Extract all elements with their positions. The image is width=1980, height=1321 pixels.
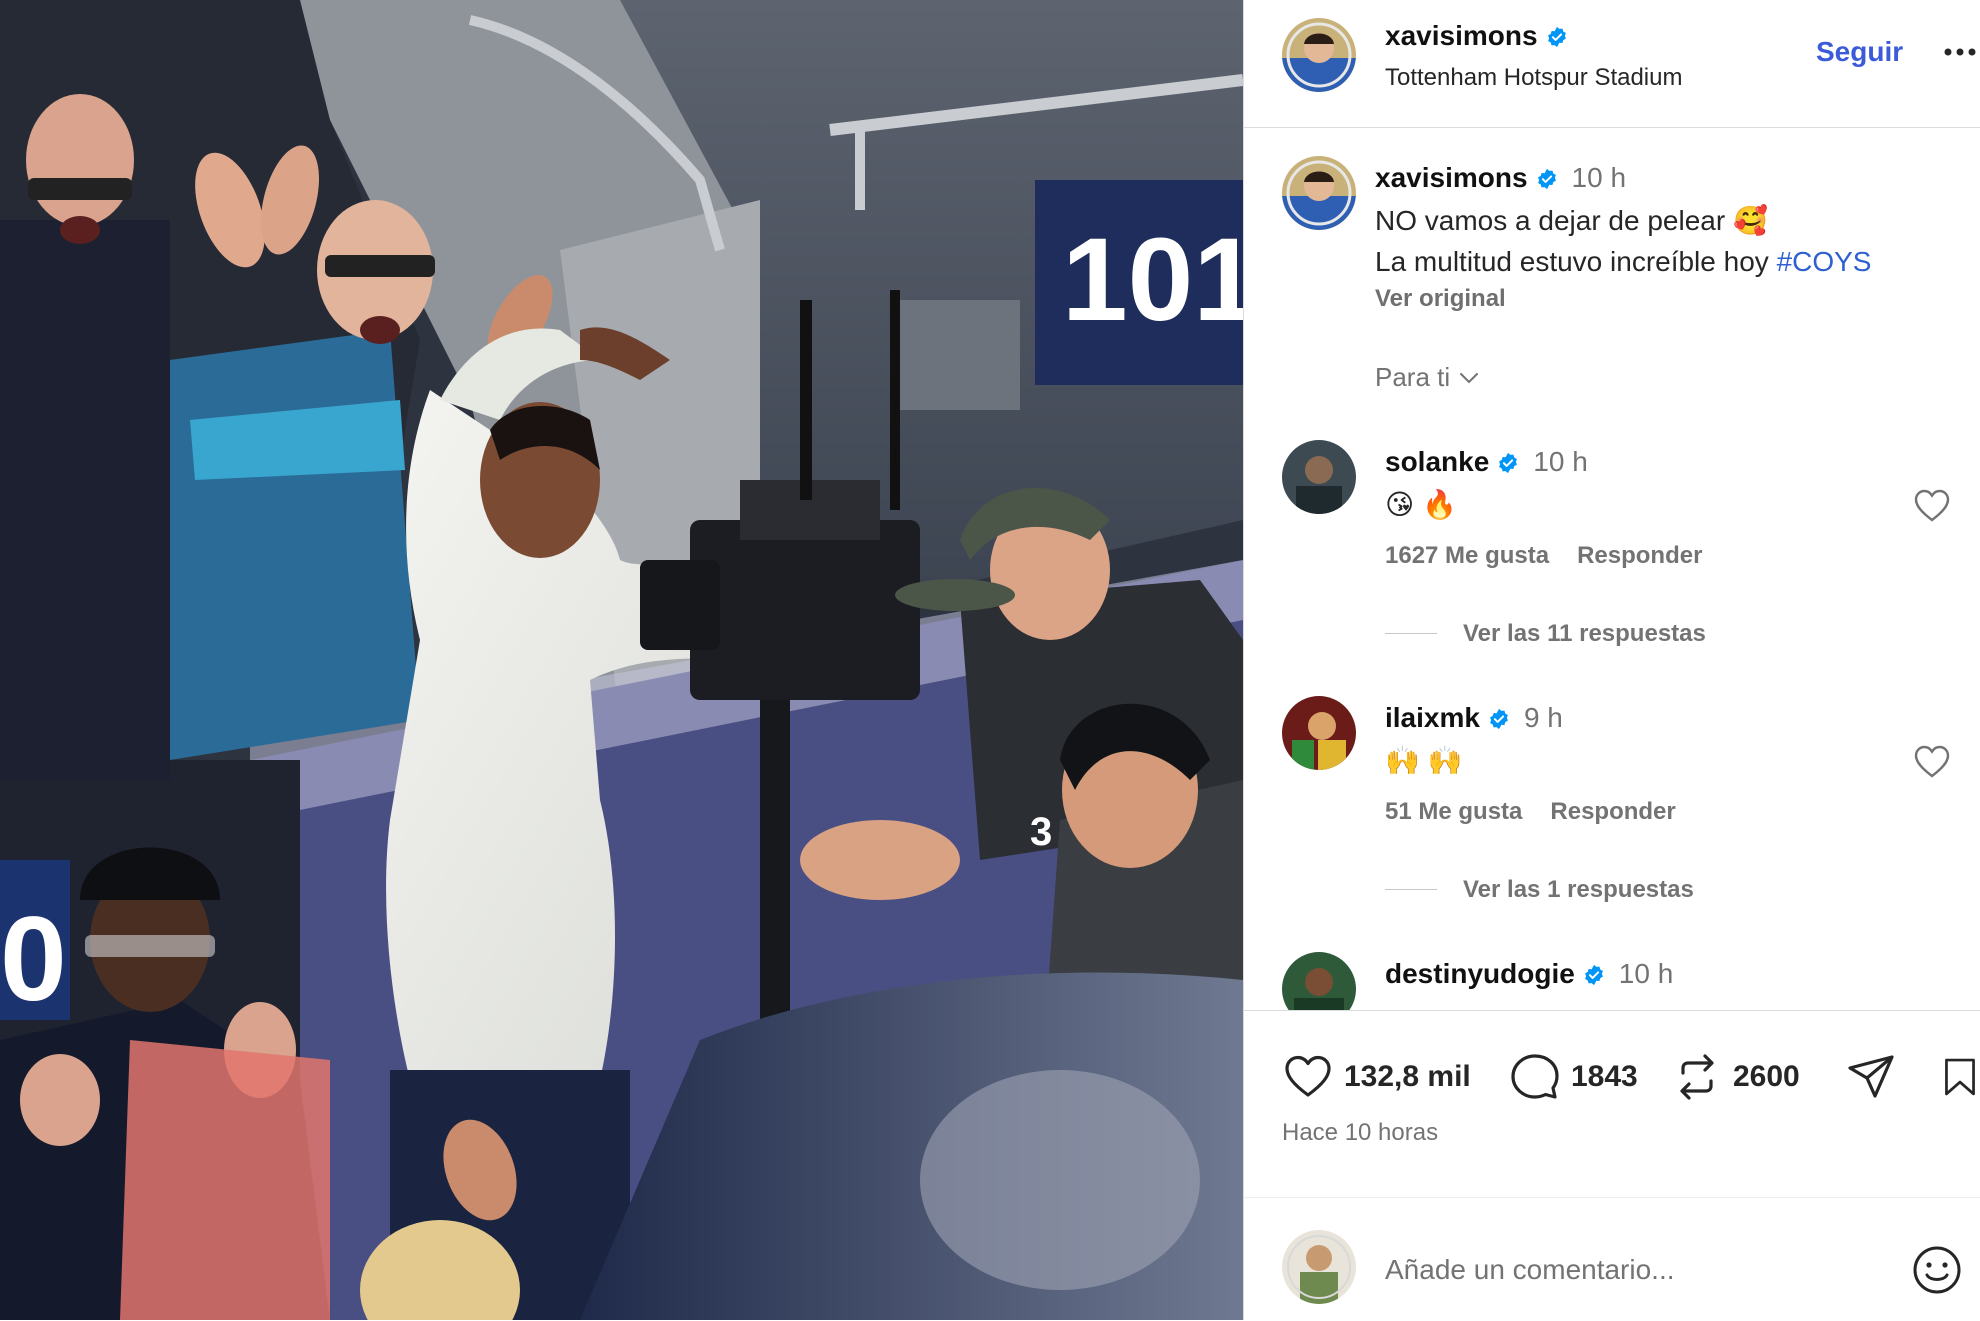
vest-number-text: 3	[1030, 810, 1052, 854]
emoji-kiss: 😘	[1385, 489, 1415, 520]
caption-time: 10 h	[1571, 162, 1627, 193]
hashtag-link[interactable]: #COYS	[1777, 246, 1872, 277]
replies-dash	[1385, 632, 1437, 634]
share-button[interactable]	[1845, 1051, 1897, 1105]
repost-icon	[1680, 1054, 1714, 1100]
heart-icon	[1285, 1055, 1331, 1097]
view-replies-label[interactable]: Ver las 11 respuestas	[1463, 620, 1706, 647]
caption-text-line2-body: La multitud estuvo increíble hoy	[1375, 246, 1777, 277]
caption-author-avatar[interactable]	[1282, 156, 1356, 230]
repost-button[interactable]: 2600	[1671, 1051, 1800, 1105]
comment-item: solanke 10 h 😘 🔥 1627 Me gusta Responder V…	[1244, 440, 1980, 680]
verified-badge-icon	[1497, 452, 1519, 474]
comment-sort-dropdown[interactable]: Para ti	[1375, 362, 1482, 393]
comment-bubble-icon	[1511, 1054, 1559, 1099]
author-username-text[interactable]: xavisimons	[1385, 20, 1538, 51]
like-count[interactable]: 132,8 mil	[1344, 1060, 1471, 1093]
comment-item: ilaixmk 9 h 🙌 🙌 51 Me gusta Responder Ver …	[1244, 696, 1980, 936]
post-header: xavisimons Tottenham Hotspur Stadium Seg…	[1244, 0, 1980, 128]
like-comment-heart-icon[interactable]	[1912, 486, 1952, 526]
commenter-username[interactable]: destinyudogie 10 h	[1385, 958, 1673, 990]
more-horizontal-icon[interactable]	[1940, 30, 1980, 70]
send-icon	[1848, 1055, 1894, 1098]
view-replies-label[interactable]: Ver las 1 respuestas	[1463, 876, 1694, 903]
commenter-username[interactable]: solanke 10 h	[1385, 446, 1588, 478]
post-timestamp: Hace 10 horas	[1282, 1119, 1439, 1146]
comments-scroll-area[interactable]: xavisimons 10 h NO vamos a dejar de pelea…	[1244, 128, 1980, 1010]
comment-sort-label[interactable]: Para ti	[1375, 362, 1450, 392]
post-side-panel: xavisimons Tottenham Hotspur Stadium Seg…	[1243, 0, 1980, 1320]
current-user-avatar	[1282, 1230, 1356, 1304]
comment-emoji-text: 😘 🔥	[1385, 488, 1457, 522]
caption-username-text[interactable]: xavisimons	[1375, 162, 1528, 193]
like-button[interactable]: 132,8 mil	[1282, 1051, 1471, 1105]
corner-number-text: 0	[0, 892, 67, 1026]
post-actions: 132,8 mil 1843 2600 Hace 10 horas	[1244, 1010, 1980, 1320]
add-comment-bar	[1244, 1197, 1980, 1321]
chevron-down-icon	[1460, 373, 1479, 384]
caption-text-line2: La multitud estuvo increíble hoy #COYS	[1375, 246, 1872, 278]
reply-button[interactable]: Responder	[1550, 798, 1675, 825]
bookmark-icon	[1945, 1058, 1975, 1096]
comment-time: 9 h	[1523, 702, 1563, 733]
emoji-picker-icon[interactable]	[1909, 1242, 1965, 1298]
view-replies-button[interactable]: Ver las 1 respuestas	[1385, 876, 1694, 904]
commenter-username[interactable]: ilaixmk 9 h	[1385, 702, 1563, 734]
stand-number-text: 101	[1062, 214, 1243, 346]
comment-likes[interactable]: 1627 Me gusta	[1385, 542, 1549, 569]
comment-count: 1843	[1571, 1060, 1638, 1093]
comment-emoji-text: 🙌 🙌	[1385, 744, 1463, 778]
commenter-username-text[interactable]: solanke	[1385, 446, 1489, 477]
comment-likes[interactable]: 51 Me gusta	[1385, 798, 1522, 825]
verified-badge-icon	[1536, 168, 1558, 190]
author-username[interactable]: xavisimons	[1385, 20, 1568, 52]
caption-username[interactable]: xavisimons 10 h	[1375, 162, 1626, 194]
comment-button[interactable]: 1843	[1509, 1051, 1638, 1105]
author-avatar[interactable]	[1282, 18, 1356, 92]
comment-meta: 51 Me gusta Responder	[1385, 798, 1676, 826]
commenter-username-text[interactable]: destinyudogie	[1385, 958, 1575, 989]
verified-badge-icon	[1546, 26, 1568, 48]
like-comment-heart-icon[interactable]	[1912, 742, 1952, 782]
comment-meta: 1627 Me gusta Responder	[1385, 542, 1702, 570]
replies-dash	[1385, 888, 1437, 890]
commenter-avatar[interactable]	[1282, 696, 1356, 770]
verified-badge-icon	[1583, 964, 1605, 986]
comment-input[interactable]	[1385, 1250, 1905, 1290]
post-location[interactable]: Tottenham Hotspur Stadium	[1385, 64, 1682, 92]
commenter-avatar[interactable]	[1282, 952, 1356, 1010]
repost-count: 2600	[1733, 1060, 1800, 1093]
reply-button[interactable]: Responder	[1577, 542, 1702, 569]
comment-time: 10 h	[1618, 958, 1674, 989]
post-photo[interactable]: 101 0 3	[0, 0, 1243, 1320]
commenter-avatar[interactable]	[1282, 440, 1356, 514]
view-replies-button[interactable]: Ver las 11 respuestas	[1385, 620, 1706, 648]
follow-button[interactable]: Seguir	[1816, 36, 1903, 68]
emoji-fire: 🔥	[1421, 489, 1457, 520]
verified-badge-icon	[1488, 708, 1510, 730]
see-original-link[interactable]: Ver original	[1375, 285, 1506, 313]
caption-text-line1: NO vamos a dejar de pelear 🥰	[1375, 205, 1768, 236]
commenter-username-text[interactable]: ilaixmk	[1385, 702, 1480, 733]
comment-time: 10 h	[1533, 446, 1588, 477]
emoji-raised-hands: 🙌	[1427, 745, 1463, 776]
save-button[interactable]	[1938, 1051, 1980, 1105]
emoji-raised-hands: 🙌	[1385, 745, 1420, 776]
comment-item: destinyudogie 10 h	[1244, 952, 1980, 1010]
